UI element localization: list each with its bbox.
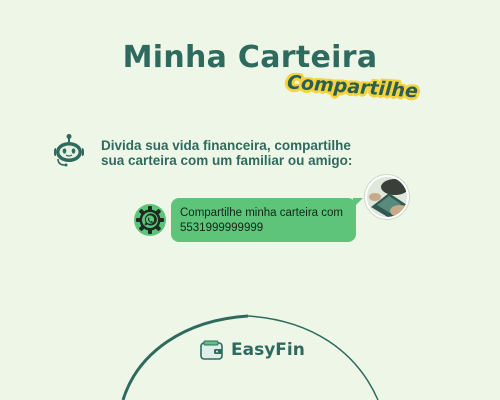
intro-line-2: sua carteira com um familiar ou amigo: xyxy=(101,153,353,168)
wallet-icon xyxy=(200,340,223,360)
compartilhe-sticker: Compartilhe xyxy=(286,71,419,103)
brand-name: EasyFin xyxy=(231,340,305,360)
intro-text: Divida sua vida financeira, compartilhe … xyxy=(101,138,381,168)
robot-icon xyxy=(54,134,84,167)
brand-logo: EasyFin xyxy=(200,340,305,360)
chat-bubble: Compartilhe minha carteira com 553199999… xyxy=(171,198,363,242)
page-title: Minha Carteira xyxy=(122,40,378,75)
chat-message-line-1: Compartilhe minha carteira com xyxy=(180,207,343,219)
chat-message-line-2: 5531999999999 xyxy=(180,222,264,234)
intro-line-1: Divida sua vida financeira, compartilhe xyxy=(101,138,351,153)
whatsapp-icon xyxy=(134,204,166,236)
user-avatar xyxy=(365,175,409,219)
